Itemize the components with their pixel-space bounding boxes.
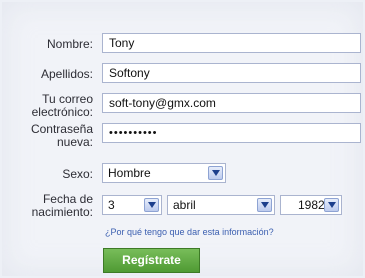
surname-label: Apellidos: bbox=[40, 67, 93, 81]
chevron-down-icon[interactable] bbox=[208, 166, 223, 180]
day-value: 3 bbox=[108, 198, 115, 212]
month-select[interactable]: abril bbox=[167, 195, 275, 215]
email-label: Tu correo electrónico: bbox=[32, 93, 93, 119]
sex-select[interactable]: Hombre bbox=[102, 163, 226, 183]
password-field[interactable]: •••••••••• bbox=[102, 123, 361, 143]
year-value: 1982 bbox=[298, 198, 325, 212]
month-value: abril bbox=[173, 198, 196, 212]
chevron-down-icon[interactable] bbox=[324, 198, 339, 212]
email-field[interactable]: soft-tony@gmx.com bbox=[102, 93, 361, 113]
chevron-down-icon[interactable] bbox=[257, 198, 272, 212]
sex-value: Hombre bbox=[108, 166, 151, 180]
birthdate-label: Fecha de nacimiento: bbox=[32, 193, 93, 219]
chevron-down-icon[interactable] bbox=[144, 198, 159, 212]
year-select[interactable]: 1982 bbox=[280, 195, 342, 215]
name-label: Nombre: bbox=[46, 37, 93, 51]
registration-form: Nombre: Tony Apellidos: Softony Tu corre… bbox=[2, 2, 363, 276]
sex-label: Sexo: bbox=[62, 167, 93, 181]
surname-field[interactable]: Softony bbox=[102, 63, 361, 83]
register-button[interactable]: Regístrate bbox=[103, 248, 200, 273]
email-label-line2: electrónico: bbox=[31, 105, 93, 119]
name-field[interactable]: Tony bbox=[102, 33, 361, 53]
password-label: Contraseña nueva: bbox=[31, 123, 93, 149]
birthdate-label-line2: nacimiento: bbox=[31, 205, 93, 219]
why-info-link[interactable]: ¿Por qué tengo que dar esta información? bbox=[105, 227, 274, 237]
day-select[interactable]: 3 bbox=[102, 195, 162, 215]
password-label-line2: nueva: bbox=[56, 135, 93, 149]
